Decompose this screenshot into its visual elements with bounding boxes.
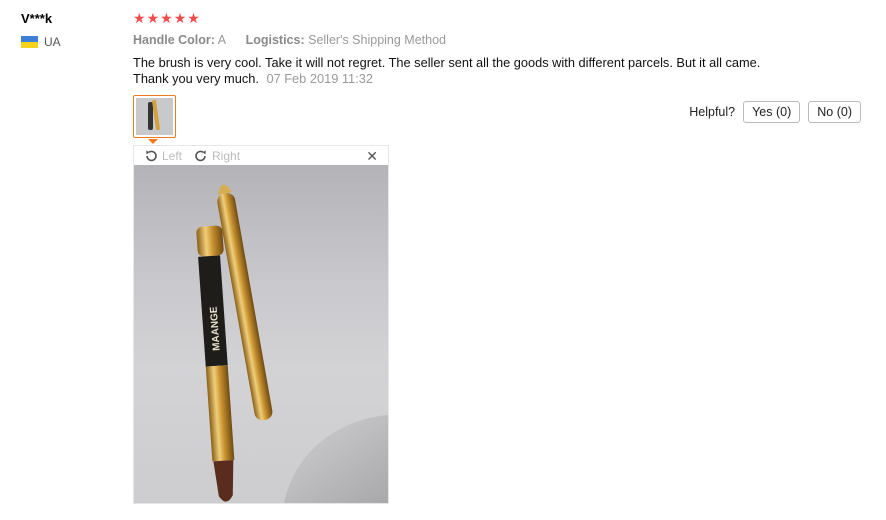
star-icon: ★ — [173, 10, 187, 26]
thumbnail-cap — [151, 99, 161, 131]
star-icon: ★ — [146, 10, 160, 26]
attr-value-logistics: Seller's Shipping Method — [308, 33, 446, 47]
rotate-left-label[interactable]: Left — [162, 149, 182, 163]
reviewer-country: UA — [21, 35, 61, 49]
thumbnail-image — [136, 98, 173, 135]
review-text: The brush is very cool. Take it will not… — [133, 55, 761, 86]
attr-value-handle-color: A — [217, 33, 227, 47]
reviewer-name: V***k — [21, 11, 53, 26]
rating-stars: ★ ★ ★ ★ ★ — [133, 10, 200, 26]
helpful-section: Helpful? Yes (0) No (0) — [689, 101, 886, 123]
rotate-left-icon[interactable] — [144, 149, 158, 163]
star-icon: ★ — [160, 10, 173, 26]
helpful-label: Helpful? — [689, 105, 736, 119]
close-icon[interactable]: ✕ — [366, 148, 378, 165]
star-icon: ★ — [133, 10, 146, 26]
review-date: 07 Feb 2019 11:32 — [266, 71, 373, 86]
viewer-toolbar: Left Right ✕ — [134, 146, 388, 166]
review-attributes: Handle Color: A Logistics: Seller's Ship… — [133, 33, 462, 47]
review-photo-thumbnail[interactable] — [133, 95, 176, 138]
photo-viewer: Left Right ✕ MAANGE — [133, 145, 389, 504]
attr-label-logistics: Logistics: — [245, 33, 305, 47]
rotate-right-label[interactable]: Right — [212, 149, 240, 163]
helpful-no-button[interactable]: No (0) — [808, 101, 861, 123]
country-code: UA — [44, 35, 61, 49]
star-icon: ★ — [187, 10, 200, 26]
rotate-right-icon[interactable] — [194, 149, 208, 163]
helpful-yes-button[interactable]: Yes (0) — [743, 101, 801, 123]
review-photo-large: MAANGE — [134, 165, 388, 503]
thumbnail-pointer — [148, 139, 158, 144]
attr-label-handle-color: Handle Color: — [133, 33, 215, 47]
ukraine-flag-icon — [21, 36, 38, 48]
review-body: The brush is very cool. Take it will not… — [133, 55, 773, 87]
